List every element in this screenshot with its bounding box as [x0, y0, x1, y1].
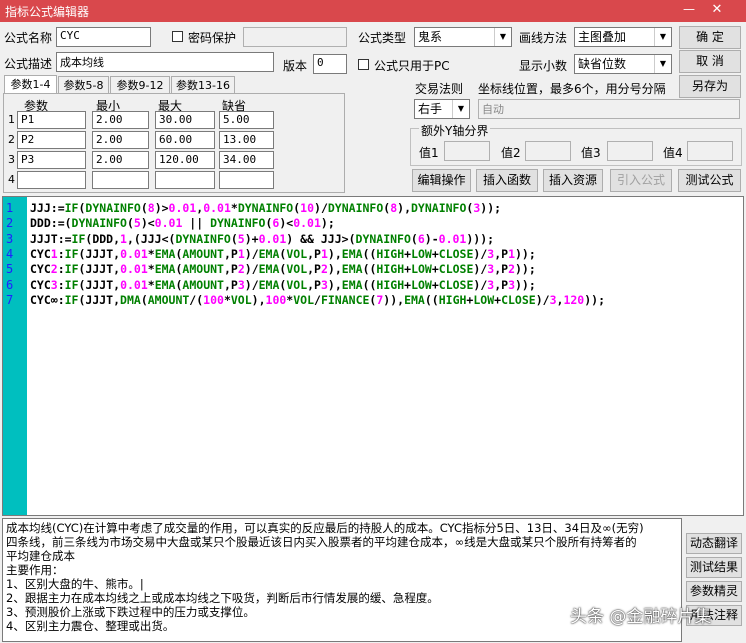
- line-number: 4: [6, 246, 14, 261]
- tab-params-1-4[interactable]: 参数1-4: [4, 75, 57, 93]
- param-row-index: 2: [8, 133, 15, 146]
- param-row-index: 4: [8, 173, 15, 186]
- type-value: 鬼系: [418, 30, 443, 44]
- line-number: 1: [6, 201, 14, 215]
- import-formula-button[interactable]: 引入公式: [610, 169, 672, 192]
- param-def-cell[interactable]: 13.00: [219, 131, 274, 149]
- pc-only-checkbox[interactable]: [358, 59, 369, 70]
- param-max-cell[interactable]: 120.00: [155, 151, 215, 169]
- desc-label: 公式描述: [4, 57, 53, 71]
- param-wizard-button[interactable]: 参数精灵: [686, 581, 742, 602]
- edit-ops-button[interactable]: 编辑操作: [412, 169, 471, 192]
- code-line[interactable]: JJJ:=IF(DYNAINFO(8)>0.01,0.01*DYNAINFO(1…: [30, 201, 501, 216]
- save-as-button[interactable]: 另存为: [679, 75, 741, 98]
- type-label: 公式类型: [358, 31, 407, 45]
- password-input[interactable]: [243, 27, 347, 47]
- insert-func-button[interactable]: 插入函数: [476, 169, 538, 192]
- decimals-select[interactable]: 缺省位数 ▼: [574, 54, 672, 74]
- param-name-cell[interactable]: P2: [17, 131, 86, 149]
- cancel-button[interactable]: 取 消: [679, 50, 741, 73]
- password-label: 密码保护: [188, 31, 237, 45]
- chevron-down-icon: ▼: [452, 100, 469, 118]
- ok-button[interactable]: 确 定: [679, 26, 741, 49]
- code-line[interactable]: CYC2:IF(JJJT,0.01*EMA(AMOUNT,P2)/EMA(VOL…: [30, 262, 536, 277]
- coord-label: 坐标线位置，最多6个，用分号分隔: [478, 82, 666, 96]
- param-max-cell[interactable]: 60.00: [155, 131, 215, 149]
- draw-method-select[interactable]: 主图叠加 ▼: [574, 27, 672, 47]
- param-def-cell[interactable]: [219, 171, 274, 189]
- version-input[interactable]: 0: [313, 54, 347, 74]
- value3-label: 值3: [581, 146, 601, 160]
- code-line[interactable]: JJJT:=IF(DDD,1,(JJJ<(DYNAINFO(5)+0.01) &…: [30, 232, 494, 247]
- tab-params-13-16[interactable]: 参数13-16: [171, 76, 235, 93]
- type-select[interactable]: 鬼系 ▼: [414, 27, 512, 47]
- code-editor[interactable]: 1 JJJ:=IF(DYNAINFO(8)>0.01,0.01*DYNAINFO(…: [2, 196, 744, 516]
- decimals-value: 缺省位数: [578, 57, 627, 71]
- notes-line: 主要作用：: [6, 563, 64, 577]
- code-line[interactable]: CYC∞:IF(JJJT,DMA(AMOUNT/(100*VOL),100*VO…: [30, 293, 605, 308]
- param-max-cell[interactable]: 30.00: [155, 111, 215, 129]
- param-row-index: 3: [8, 153, 15, 166]
- test-formula-button[interactable]: 测试公式: [678, 169, 741, 192]
- close-icon[interactable]: ✕: [708, 2, 726, 18]
- version-label: 版本: [283, 59, 308, 73]
- param-def-cell[interactable]: 34.00: [219, 151, 274, 169]
- draw-label: 画线方法: [519, 31, 568, 45]
- decimals-label: 显示小数: [519, 59, 568, 73]
- value2-input[interactable]: [525, 141, 571, 161]
- param-max-cell[interactable]: [155, 171, 215, 189]
- param-min-cell[interactable]: [92, 171, 149, 189]
- pc-only-label: 公式只用于PC: [374, 59, 450, 73]
- notes-line: 平均建仓成本: [6, 549, 75, 563]
- code-line[interactable]: CYC1:IF(JJJT,0.01*EMA(AMOUNT,P1)/EMA(VOL…: [30, 247, 536, 262]
- param-def-cell[interactable]: 5.00: [219, 111, 274, 129]
- tab-params-5-8[interactable]: 参数5-8: [58, 76, 109, 93]
- value3-input[interactable]: [607, 141, 653, 161]
- param-min-cell[interactable]: 2.00: [92, 131, 149, 149]
- param-name-cell[interactable]: P3: [17, 151, 86, 169]
- param-min-cell[interactable]: 2.00: [92, 111, 149, 129]
- param-name-cell[interactable]: P1: [17, 111, 86, 129]
- draw-value: 主图叠加: [578, 30, 627, 44]
- title-bar: 指标公式编辑器 — ✕: [0, 0, 746, 22]
- notes-line: 四条线，前三条线为市场交易中大盘或某只个股最近该日内买入股票者的平均建仓成本，∞…: [6, 535, 637, 549]
- dynamic-translate-button[interactable]: 动态翻译: [686, 533, 742, 554]
- trade-rule-value: 右手: [418, 102, 443, 116]
- notes-line: 1、区别大盘的牛、熊市。|: [6, 577, 144, 591]
- password-checkbox[interactable]: [172, 31, 183, 42]
- value2-label: 值2: [501, 146, 521, 160]
- value1-label: 值1: [419, 146, 439, 160]
- value4-label: 值4: [663, 146, 683, 160]
- trade-rule-select[interactable]: 右手 ▼: [414, 99, 470, 119]
- formula-name-input[interactable]: CYC: [56, 27, 151, 47]
- minimize-icon[interactable]: —: [680, 2, 698, 18]
- tab-params-9-12[interactable]: 参数9-12: [110, 76, 170, 93]
- test-result-button[interactable]: 测试结果: [686, 557, 742, 578]
- value1-input[interactable]: [444, 141, 490, 161]
- param-min-cell[interactable]: 2.00: [92, 151, 149, 169]
- param-row-index: 1: [8, 113, 15, 126]
- line-number: 5: [6, 262, 14, 277]
- notes-line: 成本均线(CYC)在计算中考虑了成交量的作用，可以真实的反应最后的持股人的成本。…: [6, 521, 644, 535]
- trade-rule-label: 交易法则: [415, 82, 464, 96]
- line-number: 6: [6, 277, 14, 292]
- name-label: 公式名称: [4, 31, 53, 45]
- line-number: 7: [6, 292, 14, 307]
- extra-y-label: 额外Y轴分界: [419, 122, 491, 139]
- param-name-cell[interactable]: [17, 171, 86, 189]
- line-number: 2: [6, 216, 14, 231]
- code-line[interactable]: CYC3:IF(JJJT,0.01*EMA(AMOUNT,P3)/EMA(VOL…: [30, 278, 536, 293]
- code-line[interactable]: DDD:=(DYNAINFO(5)<0.01 || DYNAINFO(6)<0.…: [30, 216, 335, 231]
- watermark: 头条 @金融碎片集: [570, 607, 712, 627]
- window-title: 指标公式编辑器: [5, 5, 90, 19]
- chevron-down-icon: ▼: [654, 28, 671, 46]
- line-number: 3: [6, 231, 14, 246]
- formula-desc-input[interactable]: 成本均线: [56, 52, 274, 72]
- coord-input[interactable]: 自动: [478, 99, 740, 119]
- insert-res-button[interactable]: 插入资源: [543, 169, 603, 192]
- chevron-down-icon: ▼: [494, 28, 511, 46]
- value4-input[interactable]: [687, 141, 733, 161]
- chevron-down-icon: ▼: [654, 55, 671, 73]
